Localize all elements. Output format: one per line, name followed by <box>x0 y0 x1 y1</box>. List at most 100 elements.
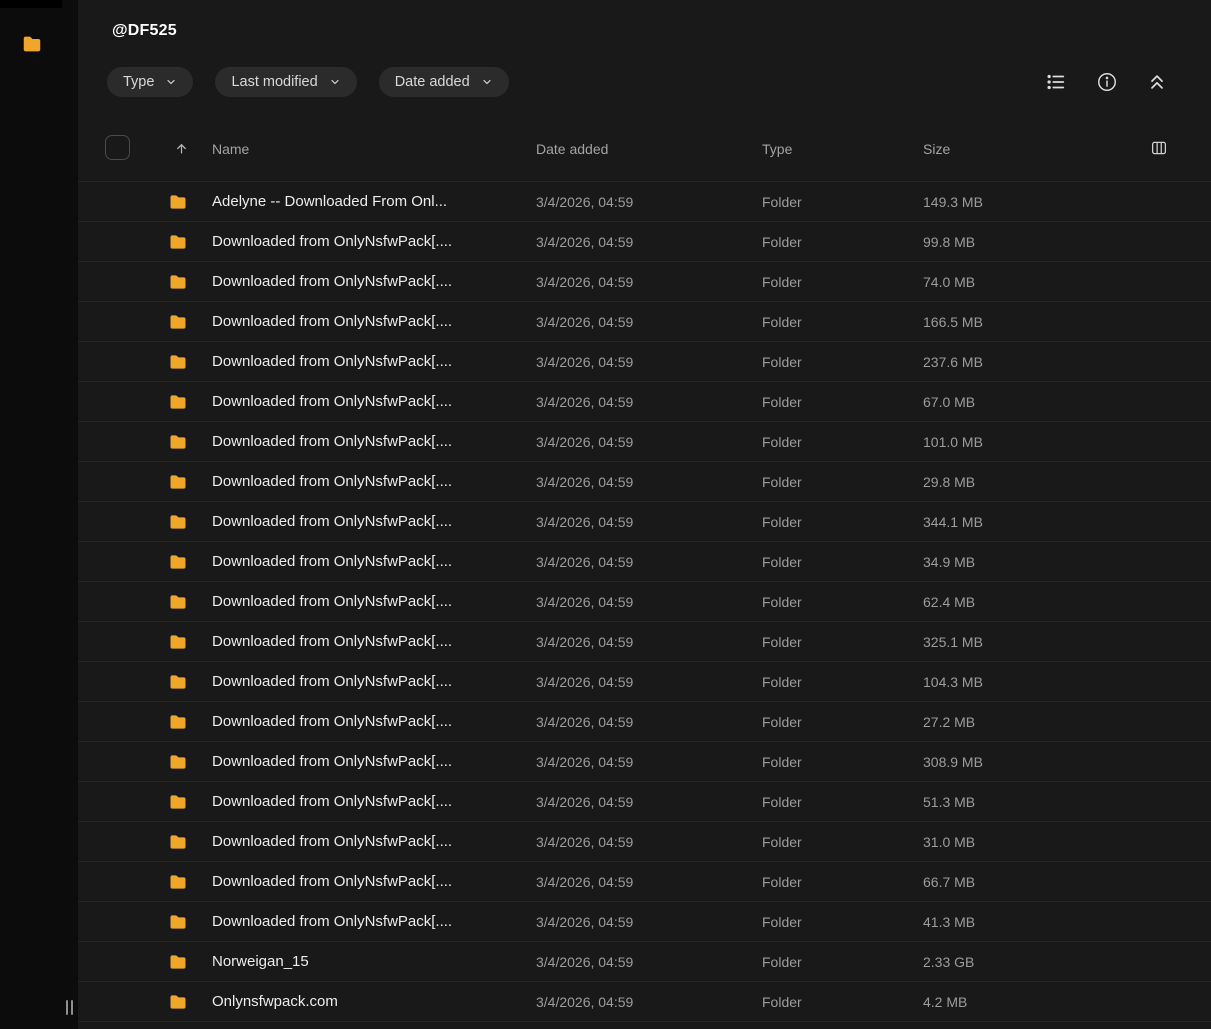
list-view-button[interactable] <box>1045 71 1067 93</box>
folder-icon <box>168 872 212 892</box>
file-row[interactable]: Downloaded from OnlyNsfwPack[.... 3/4/20… <box>78 342 1211 382</box>
chevrons-up-icon <box>1147 72 1167 92</box>
file-name: Downloaded from OnlyNsfwPack[.... <box>212 633 453 650</box>
sidebar-folder-button[interactable] <box>19 31 45 57</box>
file-type: Folder <box>762 633 802 650</box>
file-size: 27.2 MB <box>923 713 976 730</box>
file-date-added: 3/4/2026, 04:59 <box>536 593 634 610</box>
file-type: Folder <box>762 273 802 290</box>
folder-icon <box>168 712 212 732</box>
info-button[interactable] <box>1096 71 1118 93</box>
chevron-down-icon <box>481 76 493 88</box>
file-row[interactable]: Downloaded from OnlyNsfwPack[.... 3/4/20… <box>78 782 1211 822</box>
folder-icon <box>21 33 43 55</box>
folder-icon <box>168 552 212 572</box>
folder-icon <box>168 312 212 332</box>
file-row[interactable]: Downloaded from OnlyNsfwPack[.... 3/4/20… <box>78 582 1211 622</box>
filter-type-button[interactable]: Type <box>107 67 194 97</box>
file-type: Folder <box>762 433 802 450</box>
file-type: Folder <box>762 553 802 570</box>
file-row[interactable]: Adelyne -- Downloaded From Onl... 3/4/20… <box>78 182 1211 222</box>
folder-icon <box>168 992 212 1012</box>
folder-icon <box>168 232 212 252</box>
file-type: Folder <box>762 473 802 490</box>
folder-icon <box>168 752 212 772</box>
file-name: Downloaded from OnlyNsfwPack[.... <box>212 473 453 490</box>
filter-date-added-button[interactable]: Date added <box>378 67 509 97</box>
view-toolbar <box>1045 71 1167 93</box>
file-row[interactable]: Downloaded from OnlyNsfwPack[.... 3/4/20… <box>78 542 1211 582</box>
file-type: Folder <box>762 393 802 410</box>
file-size: 344.1 MB <box>923 513 983 530</box>
file-date-added: 3/4/2026, 04:59 <box>536 433 634 450</box>
file-date-added: 3/4/2026, 04:59 <box>536 513 634 530</box>
file-row[interactable]: Downloaded from OnlyNsfwPack[.... 3/4/20… <box>78 222 1211 262</box>
filter-date-added-label: Date added <box>394 74 470 90</box>
file-size: 31.0 MB <box>923 833 976 850</box>
file-row[interactable]: Downloaded from OnlyNsfwPack[.... 3/4/20… <box>78 702 1211 742</box>
file-type: Folder <box>762 233 802 250</box>
chevron-down-icon <box>165 76 177 88</box>
file-row[interactable]: Downloaded from OnlyNsfwPack[.... 3/4/20… <box>78 382 1211 422</box>
select-all-checkbox[interactable] <box>105 135 130 160</box>
chevron-down-icon <box>329 76 341 88</box>
file-size: 101.0 MB <box>923 433 983 450</box>
folder-icon <box>168 392 212 412</box>
folder-icon <box>168 472 212 492</box>
file-row[interactable]: Downloaded from OnlyNsfwPack[.... 3/4/20… <box>78 622 1211 662</box>
file-date-added: 3/4/2026, 04:59 <box>536 673 634 690</box>
file-row[interactable]: Downloaded from OnlyNsfwPack[.... 3/4/20… <box>78 742 1211 782</box>
main-content: @DF525 Type Last modified Date added Nam… <box>78 0 1211 1029</box>
file-date-added: 3/4/2026, 04:59 <box>536 633 634 650</box>
file-row[interactable]: Onlynsfwpack.com 3/4/2026, 04:59 Folder … <box>78 982 1211 1022</box>
file-date-added: 3/4/2026, 04:59 <box>536 873 634 890</box>
file-row[interactable]: Downloaded from OnlyNsfwPack[.... 3/4/20… <box>78 462 1211 502</box>
file-date-added: 3/4/2026, 04:59 <box>536 553 634 570</box>
file-size: 308.9 MB <box>923 753 983 770</box>
column-header-name[interactable]: Name <box>212 141 536 157</box>
file-row[interactable]: Downloaded from OnlyNsfwPack[.... 3/4/20… <box>78 662 1211 702</box>
file-size: 237.6 MB <box>923 353 983 370</box>
file-date-added: 3/4/2026, 04:59 <box>536 273 634 290</box>
folder-icon <box>168 632 212 652</box>
file-size: 74.0 MB <box>923 273 976 290</box>
file-date-added: 3/4/2026, 04:59 <box>536 913 634 930</box>
file-row[interactable]: Downloaded from OnlyNsfwPack[.... 3/4/20… <box>78 862 1211 902</box>
filter-type-label: Type <box>123 74 155 90</box>
file-type: Folder <box>762 353 802 370</box>
file-name: Downloaded from OnlyNsfwPack[.... <box>212 793 453 810</box>
file-type: Folder <box>762 193 802 210</box>
folder-icon <box>168 352 212 372</box>
file-row[interactable]: Downloaded from OnlyNsfwPack[.... 3/4/20… <box>78 302 1211 342</box>
file-name: Onlynsfwpack.com <box>212 993 338 1010</box>
file-row[interactable]: Downloaded from OnlyNsfwPack[.... 3/4/20… <box>78 822 1211 862</box>
folder-icon <box>168 512 212 532</box>
sort-ascending-icon <box>174 141 212 156</box>
file-date-added: 3/4/2026, 04:59 <box>536 753 634 770</box>
file-name: Downloaded from OnlyNsfwPack[.... <box>212 913 453 930</box>
filter-last-modified-button[interactable]: Last modified <box>215 67 357 97</box>
folder-icon <box>168 912 212 932</box>
file-row[interactable]: Downloaded from OnlyNsfwPack[.... 3/4/20… <box>78 422 1211 462</box>
file-name: Downloaded from OnlyNsfwPack[.... <box>212 233 453 250</box>
sidebar-resize-handle[interactable] <box>64 998 75 1017</box>
file-name: Downloaded from OnlyNsfwPack[.... <box>212 593 453 610</box>
file-type: Folder <box>762 833 802 850</box>
file-name: Downloaded from OnlyNsfwPack[.... <box>212 393 453 410</box>
column-settings-button[interactable] <box>1150 139 1168 157</box>
file-row[interactable]: Norweigan_15 3/4/2026, 04:59 Folder 2.33… <box>78 942 1211 982</box>
filter-last-modified-label: Last modified <box>231 74 318 90</box>
file-name: Downloaded from OnlyNsfwPack[.... <box>212 273 453 290</box>
file-row[interactable]: Downloaded from OnlyNsfwPack[.... 3/4/20… <box>78 262 1211 302</box>
file-date-added: 3/4/2026, 04:59 <box>536 193 634 210</box>
file-row[interactable]: Downloaded from OnlyNsfwPack[.... 3/4/20… <box>78 502 1211 542</box>
file-row[interactable]: Downloaded from OnlyNsfwPack[.... 3/4/20… <box>78 902 1211 942</box>
filter-bar: Type Last modified Date added <box>107 67 1167 97</box>
file-size: 62.4 MB <box>923 593 976 610</box>
file-date-added: 3/4/2026, 04:59 <box>536 953 634 970</box>
column-header-date-added[interactable]: Date added <box>536 141 762 157</box>
column-header-type[interactable]: Type <box>762 141 923 157</box>
file-type: Folder <box>762 713 802 730</box>
file-name: Downloaded from OnlyNsfwPack[.... <box>212 873 453 890</box>
collapse-panel-button[interactable] <box>1147 72 1167 92</box>
